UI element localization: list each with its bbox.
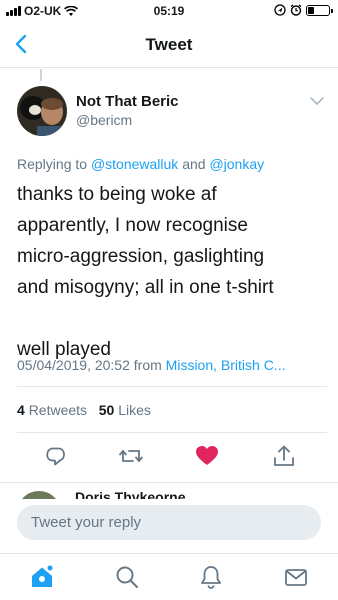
reply-and: and [178, 156, 210, 172]
notifications-icon[interactable] [198, 564, 224, 590]
home-icon[interactable] [29, 564, 55, 590]
page-title: Tweet [145, 35, 193, 54]
battery-icon [306, 4, 333, 16]
retweets-count[interactable]: 4 [17, 402, 25, 418]
thread-connector [40, 69, 42, 81]
replying-to: Replying to @stonewalluk and @jonkay [17, 156, 264, 172]
tweet-actions [0, 442, 338, 470]
battery-fill [308, 6, 314, 14]
location-icon [274, 4, 286, 16]
author-handle[interactable]: @bericm [76, 112, 132, 128]
author-name[interactable]: Not That Beric [76, 93, 179, 110]
reply-tweet-preview[interactable]: Doris Thykeorne [17, 487, 327, 499]
nav-bar: Tweet [0, 22, 338, 68]
tweet-source-link[interactable]: Mission, British C... [166, 357, 286, 373]
mention-link[interactable]: @stonewalluk [91, 156, 178, 172]
divider [17, 432, 327, 433]
avatar[interactable] [17, 86, 67, 136]
mention-link[interactable]: @jonkay [209, 156, 264, 172]
tweet-stats: 4 Retweets 50 Likes [17, 402, 151, 418]
search-icon[interactable] [114, 564, 140, 590]
alarm-icon [290, 4, 302, 16]
status-bar: O2-UK 05:19 [0, 0, 338, 22]
retweet-icon[interactable] [117, 442, 145, 470]
reply-input[interactable]: Tweet your reply [17, 505, 321, 540]
likes-count[interactable]: 50 [99, 402, 115, 418]
likes-label[interactable]: Likes [118, 402, 151, 418]
tab-bar [0, 553, 338, 600]
retweets-label[interactable]: Retweets [29, 402, 87, 418]
messages-icon[interactable] [283, 564, 309, 590]
like-icon[interactable] [193, 442, 221, 470]
status-icons [274, 4, 333, 16]
share-icon[interactable] [270, 442, 298, 470]
tweet-timestamp: 05/04/2019, 20:52 from [17, 357, 166, 373]
avatar [17, 491, 61, 499]
divider [0, 482, 338, 483]
tweet-meta: 05/04/2019, 20:52 from Mission, British … [17, 357, 327, 373]
reply-author-name: Doris Thykeorne [75, 489, 186, 499]
tweet-text: thanks to being woke af apparently, I no… [17, 184, 274, 360]
reply-prefix: Replying to [17, 156, 91, 172]
reply-icon[interactable] [42, 442, 70, 470]
divider [17, 386, 327, 387]
chevron-down-icon[interactable] [310, 96, 324, 106]
